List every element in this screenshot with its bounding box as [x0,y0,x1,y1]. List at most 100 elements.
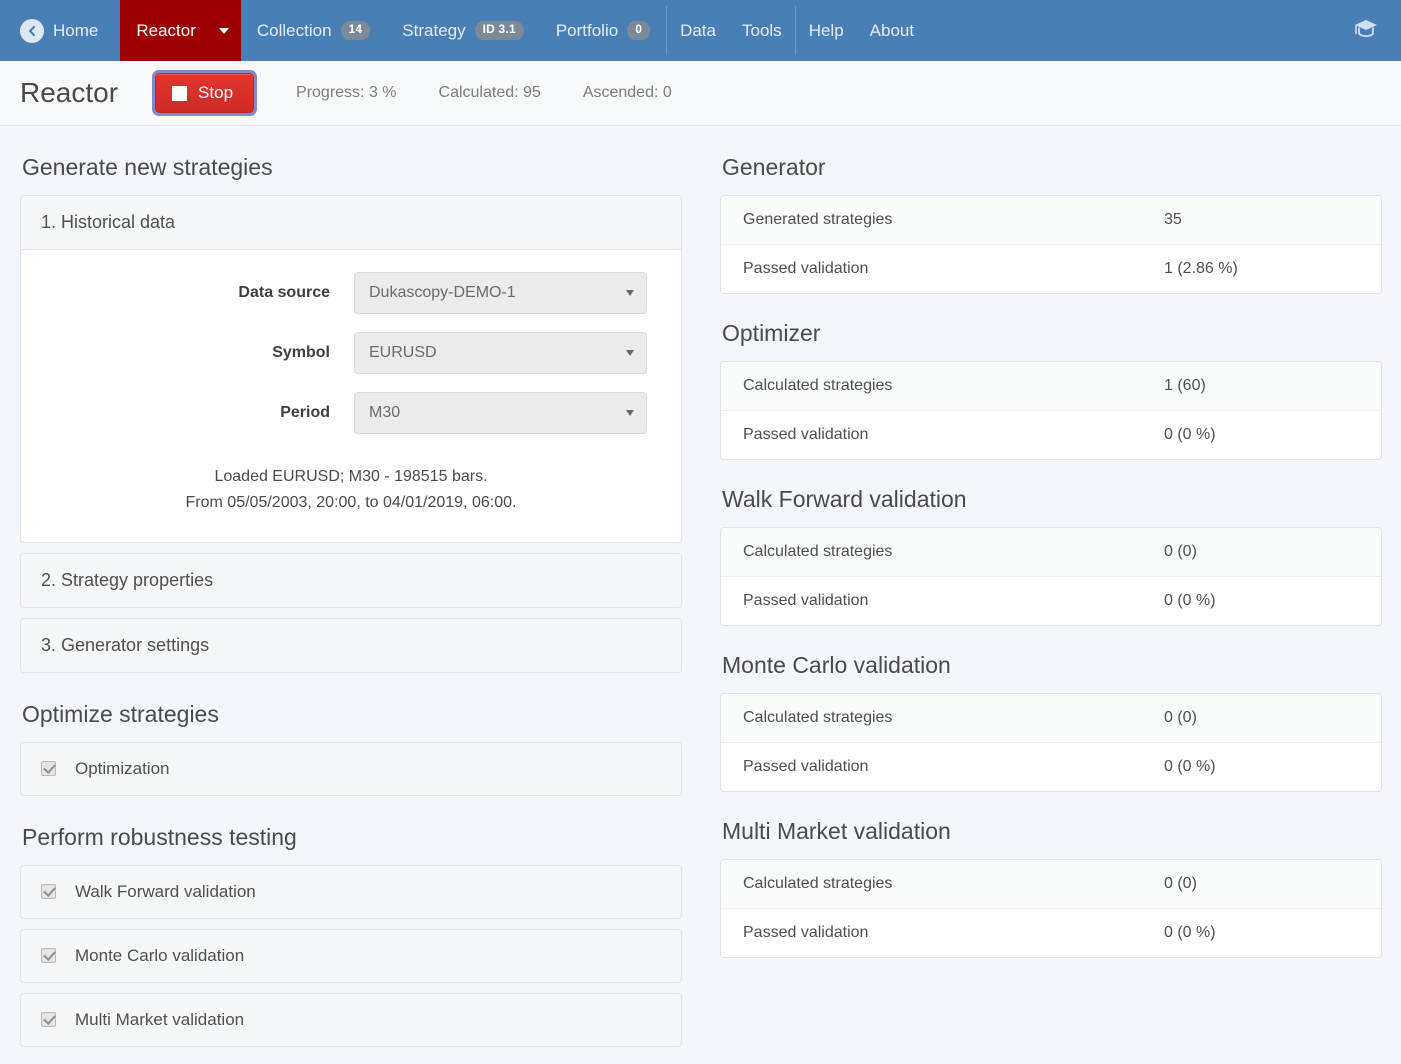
stat-value: 0 (0 %) [1164,924,1216,941]
stat-value: 0 (0) [1164,875,1197,892]
field-row-period: Period M30 [41,392,661,434]
stat-key: Calculated strategies [743,875,893,892]
page-toolbar: Reactor Stop Progress: 3 % Calculated: 9… [0,61,1401,126]
nav-item-strategy[interactable]: Strategy ID 3.1 [386,0,540,61]
graduation-cap-icon[interactable] [1353,17,1379,44]
progress-status: Progress: 3 % [296,84,397,101]
strategy-id-badge: ID 3.1 [474,21,524,40]
back-circle-arrow-icon [20,18,44,43]
nav-item-reactor[interactable]: Reactor [120,0,241,61]
multi-market-stats-table: Calculated strategies 0 (0) Passed valid… [720,859,1382,958]
chevron-down-icon [626,290,634,296]
select-symbol[interactable]: EURUSD [354,332,647,374]
panel-historical-data: 1. Historical data Data source Dukascopy… [20,195,682,543]
nav-item-data[interactable]: Data [667,0,729,61]
stat-key: Calculated strategies [743,377,893,394]
loaded-data-info: Loaded EURUSD; M30 - 198515 bars. From 0… [41,464,661,516]
checkbox-row-monte-carlo[interactable]: Monte Carlo validation [20,928,682,983]
field-row-symbol: Symbol EURUSD [41,332,661,374]
walk-forward-heading: Walk Forward validation [722,486,967,512]
stat-key: Calculated strategies [743,709,893,726]
checkbox-row-multi-market[interactable]: Multi Market validation [20,992,682,1047]
ascended-status: Ascended: 0 [582,84,672,101]
nav-item-home[interactable]: Home [0,0,120,61]
portfolio-count-badge: 0 [627,21,651,40]
field-row-data-source: Data source Dukascopy-DEMO-1 [41,272,661,314]
stat-value: 1 (60) [1164,377,1206,394]
checkbox-multi-market[interactable] [41,1012,56,1028]
walk-forward-stats-table: Calculated strategies 0 (0) Passed valid… [720,527,1382,626]
label-symbol: Symbol [272,344,330,361]
checkbox-monte-carlo-label: Monte Carlo validation [75,945,245,965]
nav-item-collection[interactable]: Collection 14 [241,0,386,61]
table-row: Passed validation 0 (0 %) [721,908,1381,957]
checkbox-row-optimization[interactable]: Optimization [20,741,682,796]
nav-right-area [1353,0,1401,61]
nav-portfolio-label: Portfolio [555,20,619,40]
collection-count-badge: 14 [340,21,371,40]
table-row: Calculated strategies 0 (0) [721,694,1381,742]
panel-body-historical-data: Data source Dukascopy-DEMO-1 Symbol EURU… [21,249,681,542]
stop-button[interactable]: Stop [152,70,258,116]
label-data-source: Data source [238,284,330,301]
generator-stats-table: Generated strategies 35 Passed validatio… [720,195,1382,294]
nav-group-secondary: Data Tools [667,0,795,61]
page-title: Reactor [20,77,119,108]
select-symbol-value: EURUSD [369,344,437,361]
multi-market-heading: Multi Market validation [722,818,951,844]
table-row: Passed validation 1 (2.86 %) [721,244,1381,293]
stat-value: 0 (0 %) [1164,592,1216,609]
nav-tools-label: Tools [742,20,782,40]
loaded-range-line: From 05/05/2003, 20:00, to 04/01/2019, 0… [185,493,517,511]
nav-group-primary: Home Reactor Collection 14 Strategy ID 3… [0,0,666,61]
select-period-value: M30 [369,404,401,421]
select-data-source[interactable]: Dukascopy-DEMO-1 [354,272,647,314]
top-navbar: Home Reactor Collection 14 Strategy ID 3… [0,0,1401,61]
robustness-heading: Perform robustness testing [22,823,297,850]
select-period[interactable]: M30 [354,392,647,434]
select-data-source-value: Dukascopy-DEMO-1 [369,284,516,301]
nav-item-portfolio[interactable]: Portfolio 0 [540,0,666,61]
checkbox-optimization[interactable] [41,761,56,777]
nav-item-about[interactable]: About [857,0,927,61]
panel-header-strategy-properties[interactable]: 2. Strategy properties [21,553,681,607]
nav-reactor-label: Reactor [136,20,196,40]
chevron-down-icon [626,410,634,416]
right-column: Generator Generated strategies 35 Passed… [720,148,1382,1057]
nav-strategy-label: Strategy [402,20,466,40]
label-period: Period [280,404,330,421]
checkbox-walk-forward[interactable] [41,884,56,900]
monte-carlo-stats-table: Calculated strategies 0 (0) Passed valid… [720,693,1382,792]
loaded-bars-line: Loaded EURUSD; M30 - 198515 bars. [214,468,488,485]
generator-heading: Generator [722,154,826,180]
stat-key: Generated strategies [743,211,893,228]
optimize-heading: Optimize strategies [22,700,219,727]
table-row: Calculated strategies 0 (0) [721,528,1381,576]
nav-item-help[interactable]: Help [796,0,857,61]
stat-key: Passed validation [743,924,869,941]
nav-about-label: About [869,20,915,40]
stat-key: Passed validation [743,592,869,609]
stop-square-icon [172,85,188,101]
checkbox-walk-forward-label: Walk Forward validation [75,881,256,901]
stat-value: 0 (0) [1164,543,1197,560]
left-column: Generate new strategies 1. Historical da… [20,148,682,1057]
checkbox-monte-carlo[interactable] [41,948,56,964]
nav-home-label: Home [53,20,99,40]
optimizer-stats-table: Calculated strategies 1 (60) Passed vali… [720,361,1382,460]
panel-generator-settings: 3. Generator settings [20,617,682,673]
table-row: Calculated strategies 1 (60) [721,362,1381,410]
stat-key: Calculated strategies [743,543,893,560]
panel-header-generator-settings[interactable]: 3. Generator settings [21,618,681,672]
calculated-status: Calculated: 95 [438,84,541,101]
checkbox-row-walk-forward[interactable]: Walk Forward validation [20,864,682,919]
checkbox-optimization-label: Optimization [75,758,170,778]
checkbox-multi-market-label: Multi Market validation [75,1009,245,1029]
panel-header-historical-data[interactable]: 1. Historical data [21,196,681,249]
monte-carlo-heading: Monte Carlo validation [722,652,951,678]
optimizer-heading: Optimizer [722,320,821,346]
nav-item-tools[interactable]: Tools [729,0,795,61]
nav-group-tertiary: Help About [796,0,927,61]
stat-value: 0 (0 %) [1164,758,1216,775]
stop-button-label: Stop [198,83,234,102]
